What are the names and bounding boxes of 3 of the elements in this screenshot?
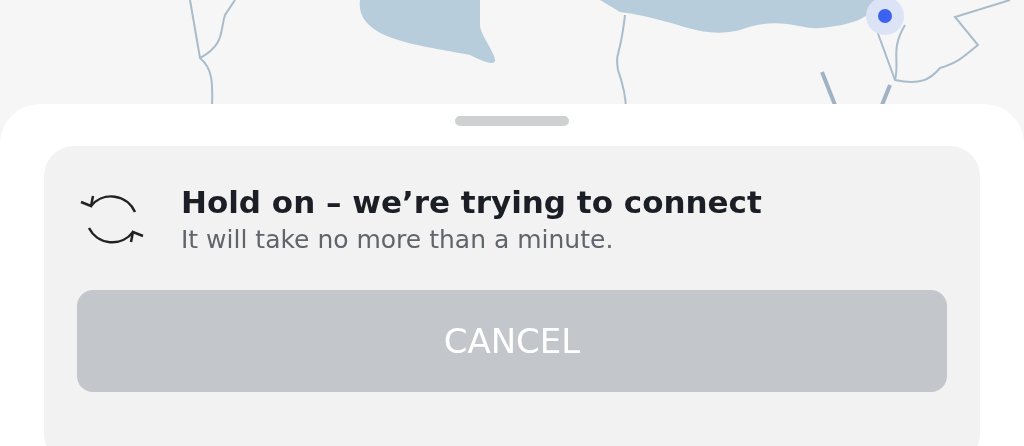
drag-handle[interactable]: [455, 116, 569, 126]
notice-title: Hold on – we’re trying to connect: [181, 182, 762, 222]
notice-message: It will take no more than a minute.: [181, 223, 615, 256]
